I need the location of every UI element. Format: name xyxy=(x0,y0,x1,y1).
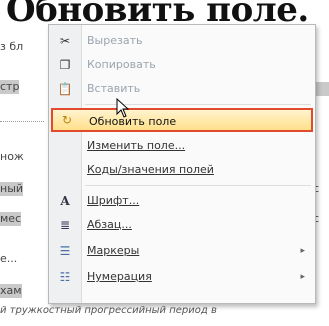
menu-item-edit-field[interactable]: Изменить поле... xyxy=(49,134,315,158)
scissors-icon: ✂ xyxy=(59,34,71,48)
doc-line: ный xyxy=(0,182,24,196)
doc-line: з бл xyxy=(0,40,24,53)
menu-item-toggle-field-codes[interactable]: Коды/значения полей xyxy=(49,158,315,182)
menu-item-label: Маркеры xyxy=(87,244,140,257)
menu-item-label: Вырезать xyxy=(87,34,143,47)
font-icon: A xyxy=(60,194,70,208)
menu-item-copy[interactable]: ❐ Копировать xyxy=(49,53,315,77)
dotted-leader xyxy=(0,121,44,123)
menu-item-label: Копировать xyxy=(87,58,156,71)
menu-item-label: Шрифт... xyxy=(87,194,140,207)
submenu-arrow-icon: ▸ xyxy=(300,272,305,282)
menu-item-paragraph[interactable]: ≣ Абзац... xyxy=(49,213,315,237)
menu-item-label: Абзац... xyxy=(87,218,132,231)
update-field-icon: ↻ xyxy=(61,113,73,127)
menu-item-cut[interactable]: ✂ Вырезать xyxy=(49,29,315,53)
menu-item-paste[interactable]: 📋 Вставить xyxy=(49,77,315,101)
menu-item-label: Изменить поле... xyxy=(87,139,186,152)
menu-separator xyxy=(85,185,311,186)
menu-item-label: Вставить xyxy=(87,82,141,95)
doc-line: мес xyxy=(0,212,22,226)
bullets-icon: ☰ xyxy=(59,244,71,258)
menu-item-update-field[interactable]: ↻ Обновить поле xyxy=(51,108,313,132)
menu-item-label: Обновить поле xyxy=(89,115,177,128)
menu-item-label: Коды/значения полей xyxy=(87,163,214,176)
doc-line: нож xyxy=(0,150,24,163)
doc-bottom-line: й тружкостный прогрессийный период в xyxy=(0,305,217,316)
menu-item-bullets[interactable]: ☰ Маркеры ▸ xyxy=(49,239,315,263)
paragraph-icon: ≣ xyxy=(59,218,71,232)
doc-line: хам xyxy=(0,284,22,298)
menu-item-label: Нумерация xyxy=(87,270,152,283)
doc-line: е... xyxy=(0,252,18,265)
menu-item-font[interactable]: A Шрифт... xyxy=(49,189,315,213)
copy-icon: ❐ xyxy=(59,58,71,72)
submenu-arrow-icon: ▸ xyxy=(300,246,305,256)
mouse-cursor-icon xyxy=(116,98,130,118)
numbering-icon: ☷ xyxy=(59,270,71,284)
menu-item-numbering[interactable]: ☷ Нумерация ▸ xyxy=(49,265,315,289)
context-menu: ✂ Вырезать ❐ Копировать 📋 Вставить ↻ Обн… xyxy=(48,24,316,304)
doc-line: стр xyxy=(0,80,20,94)
paste-icon: 📋 xyxy=(57,82,73,96)
